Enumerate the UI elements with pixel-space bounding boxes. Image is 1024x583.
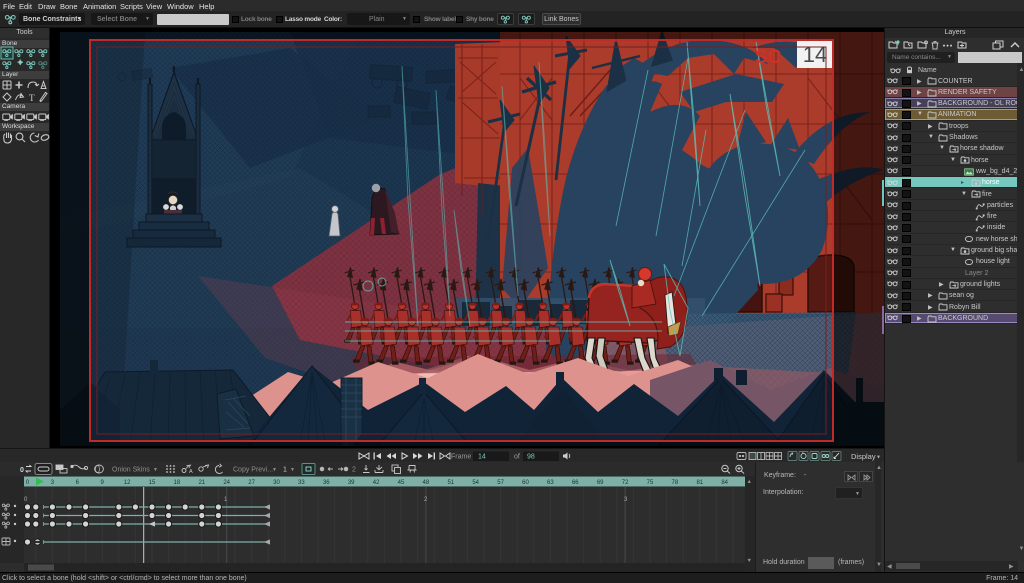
svg-text:12: 12 — [124, 480, 131, 486]
svg-text:72: 72 — [622, 480, 629, 486]
svg-text:T: T — [29, 93, 35, 103]
svg-text:75: 75 — [647, 480, 654, 486]
svg-text:42: 42 — [373, 480, 380, 486]
svg-text:81: 81 — [696, 480, 703, 486]
svg-text:36: 36 — [323, 480, 330, 486]
svg-text:66: 66 — [572, 480, 579, 486]
svg-text:39: 39 — [348, 480, 355, 486]
svg-text:45: 45 — [398, 480, 405, 486]
svg-text:Onion Skins: Onion Skins — [112, 467, 150, 474]
svg-text:Display: Display — [851, 452, 876, 461]
svg-text:27: 27 — [248, 480, 255, 486]
svg-text:78: 78 — [672, 480, 679, 486]
svg-text:15: 15 — [149, 480, 156, 486]
svg-text:48: 48 — [423, 480, 430, 486]
svg-text:▼: ▼ — [272, 467, 277, 473]
svg-text:51: 51 — [447, 480, 454, 486]
svg-text:57: 57 — [497, 480, 504, 486]
svg-text:SC: SC — [755, 47, 782, 68]
svg-text:0: 0 — [20, 467, 24, 474]
svg-text:60: 60 — [522, 480, 529, 486]
svg-text:▼: ▼ — [153, 467, 158, 473]
svg-text:24: 24 — [223, 480, 230, 486]
svg-text:A: A — [189, 469, 193, 475]
svg-text:of: of — [514, 454, 520, 461]
svg-text:69: 69 — [597, 480, 604, 486]
svg-text:14: 14 — [478, 454, 486, 461]
svg-text:▼: ▼ — [876, 455, 881, 461]
svg-text:33: 33 — [298, 480, 305, 486]
svg-text:21: 21 — [198, 480, 205, 486]
svg-text:▲: ▲ — [747, 479, 752, 485]
svg-text:1: 1 — [283, 467, 287, 474]
svg-text:84: 84 — [721, 480, 728, 486]
svg-text:▼: ▼ — [747, 558, 752, 564]
svg-text:18: 18 — [174, 480, 181, 486]
svg-text:14: 14 — [803, 42, 827, 67]
svg-text:54: 54 — [472, 480, 479, 486]
svg-text:30: 30 — [273, 480, 280, 486]
svg-text:2: 2 — [352, 467, 356, 474]
svg-text:Frame: Frame — [451, 454, 471, 461]
svg-text:▼: ▼ — [290, 467, 295, 473]
svg-text:63: 63 — [547, 480, 554, 486]
svg-text:Copy Previ...: Copy Previ... — [233, 467, 273, 474]
svg-text:98: 98 — [527, 454, 535, 461]
